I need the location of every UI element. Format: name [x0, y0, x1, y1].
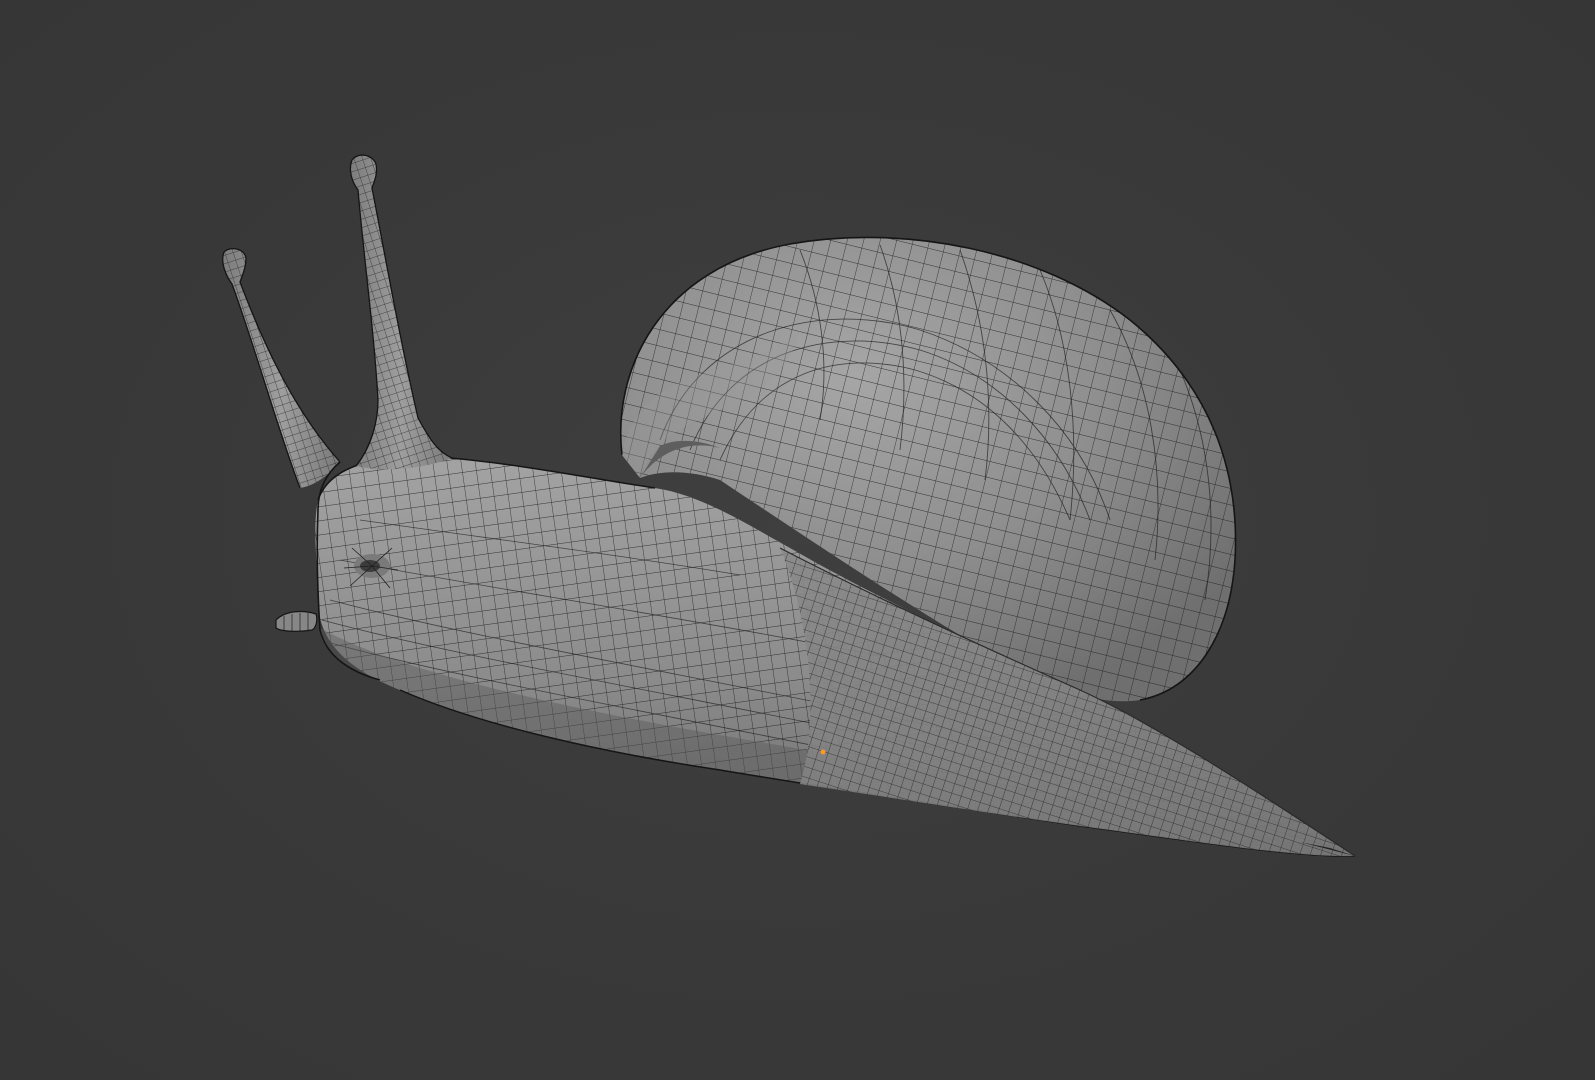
right-tentacle[interactable]: [340, 150, 470, 480]
left-tentacle[interactable]: [210, 240, 360, 500]
viewport-scene[interactable]: [0, 0, 1595, 1080]
mouth-tentacle: [275, 610, 318, 632]
object-origin-marker: [820, 749, 826, 755]
3d-viewport[interactable]: [0, 0, 1595, 1080]
